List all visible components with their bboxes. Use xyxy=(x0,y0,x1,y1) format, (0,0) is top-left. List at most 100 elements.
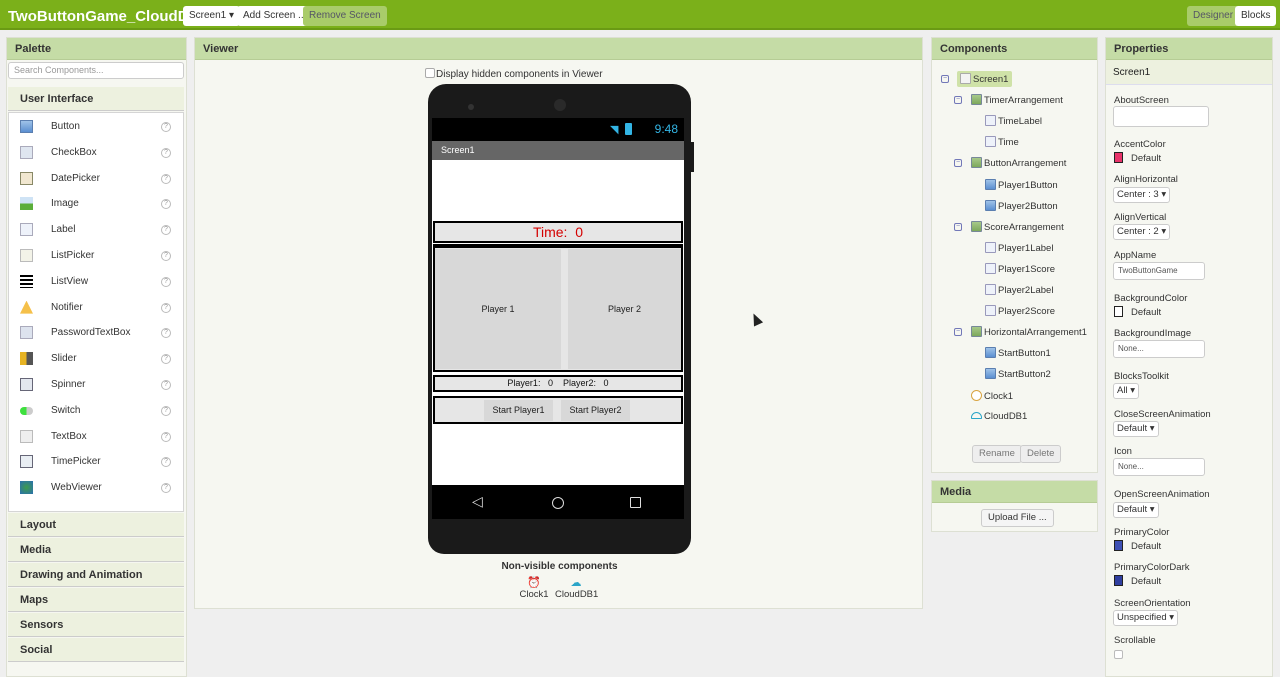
nonvisible-title: Non-visible components xyxy=(501,561,618,572)
tree-item-clock1[interactable]: Clock1 xyxy=(971,388,1013,404)
help-icon[interactable]: ? xyxy=(161,225,171,236)
category-layout[interactable]: Layout xyxy=(8,513,184,537)
remove-screen-button[interactable]: Remove Screen xyxy=(303,6,387,26)
rename-button[interactable]: Rename xyxy=(972,445,1022,463)
tree-item-time[interactable]: Time xyxy=(985,134,1019,150)
help-icon[interactable]: ? xyxy=(161,457,171,468)
category-sensors[interactable]: Sensors xyxy=(8,613,184,637)
help-icon[interactable]: ? xyxy=(161,147,171,158)
search-components-input[interactable]: Search Components... xyxy=(8,62,184,79)
palette-item-textbox[interactable]: TextBox ? xyxy=(9,425,183,451)
tree-item-startbutton1[interactable]: StartButton1 xyxy=(985,345,1051,361)
closeanimation-select[interactable]: Default ▾ xyxy=(1113,421,1159,437)
screen-select-dropdown[interactable]: Screen1 ▾ xyxy=(183,6,241,26)
tree-item-timerarrangement[interactable]: TimerArrangement xyxy=(971,92,1063,108)
palette-item-notifier[interactable]: Notifier ? xyxy=(9,296,183,322)
palette-item-spinner[interactable]: Spinner ? xyxy=(9,373,183,399)
palette-item-webviewer[interactable]: WebViewer ? xyxy=(9,476,183,502)
tree-item-horizontalarrangement1[interactable]: HorizontalArrangement1 xyxy=(971,324,1087,340)
palette-item-button[interactable]: Button ? xyxy=(9,115,183,141)
tree-item-timelabel[interactable]: TimeLabel xyxy=(985,113,1042,129)
nonvisible-clock[interactable]: ⏰ Clock1 xyxy=(519,577,549,600)
checkbox[interactable] xyxy=(425,68,435,78)
tree-item-startbutton2[interactable]: StartButton2 xyxy=(985,366,1051,382)
icon-input[interactable]: None... xyxy=(1113,458,1205,476)
start-player2-button[interactable]: Start Player2 xyxy=(561,400,630,421)
help-icon[interactable]: ? xyxy=(161,483,171,494)
palette-item-datepicker[interactable]: DatePicker ? xyxy=(9,167,183,193)
primarycolor-value[interactable]: Default xyxy=(1131,541,1161,552)
aboutscreen-textarea[interactable] xyxy=(1113,106,1209,127)
help-icon[interactable]: ? xyxy=(161,354,171,365)
timer-arrangement[interactable]: Time: 0 xyxy=(433,221,683,243)
help-icon[interactable]: ? xyxy=(161,251,171,261)
help-icon[interactable]: ? xyxy=(161,302,171,313)
help-icon[interactable]: ? xyxy=(161,276,171,287)
scrollable-checkbox[interactable] xyxy=(1114,650,1123,659)
delete-button[interactable]: Delete xyxy=(1020,445,1062,463)
palette-item-slider[interactable]: Slider ? xyxy=(9,347,183,373)
player1-button[interactable]: Player 1 xyxy=(435,249,561,369)
help-icon[interactable]: ? xyxy=(161,405,171,416)
palette-item-label: CheckBox xyxy=(51,146,97,158)
tree-item-player1button[interactable]: Player1Button xyxy=(985,177,1058,193)
alignhorizontal-select[interactable]: Center : 3 ▾ xyxy=(1113,187,1171,203)
alignvertical-select[interactable]: Center : 2 ▾ xyxy=(1113,224,1171,240)
nonvisible-clouddb[interactable]: ☁ CloudDB1 xyxy=(555,577,598,600)
tree-item-screen1[interactable]: Screen1 xyxy=(957,71,1013,87)
upload-file-button[interactable]: Upload File ... xyxy=(981,509,1054,527)
category-media[interactable]: Media xyxy=(8,538,184,562)
add-screen-button[interactable]: Add Screen ... xyxy=(237,6,313,26)
tree-item-player1score[interactable]: Player1Score xyxy=(985,261,1055,277)
help-icon[interactable]: ? xyxy=(161,431,171,442)
tree-item-clouddb1[interactable]: CloudDB1 xyxy=(971,409,1027,424)
tree-item-buttonarrangement[interactable]: ButtonArrangement xyxy=(971,155,1066,171)
blockstoolkit-select[interactable]: All ▾ xyxy=(1113,383,1139,399)
tree-item-player2label[interactable]: Player2Label xyxy=(985,282,1053,298)
palette-item-passwordtextbox[interactable]: PasswordTextBox ? xyxy=(9,321,183,347)
primarycolordark-swatch[interactable] xyxy=(1114,575,1123,586)
category-social[interactable]: Social xyxy=(8,638,184,662)
category-drawing-and-animation[interactable]: Drawing and Animation xyxy=(8,563,184,587)
category-user-interface[interactable]: User Interface xyxy=(8,87,184,111)
blocks-button[interactable]: Blocks xyxy=(1235,6,1277,26)
primarycolor-swatch[interactable] xyxy=(1114,540,1123,551)
help-icon[interactable]: ? xyxy=(161,173,171,184)
palette-item-image[interactable]: Image ? xyxy=(9,192,183,218)
palette-item-listview[interactable]: ListView ? xyxy=(9,270,183,296)
time-label: Time: xyxy=(532,224,568,240)
collapse-toggle[interactable]: − xyxy=(954,159,962,168)
start-player1-button[interactable]: Start Player1 xyxy=(484,400,553,421)
palette-item-switch[interactable]: Switch ? xyxy=(9,399,183,425)
appname-input[interactable]: TwoButtonGame xyxy=(1113,262,1205,280)
screenorientation-select[interactable]: Unspecified ▾ xyxy=(1113,610,1179,626)
tree-item-player2score[interactable]: Player2Score xyxy=(985,303,1055,319)
designer-button[interactable]: Designer xyxy=(1187,6,1240,26)
help-icon[interactable]: ? xyxy=(161,199,171,210)
tree-item-player2button[interactable]: Player2Button xyxy=(985,198,1058,214)
palette-item-checkbox[interactable]: CheckBox ? xyxy=(9,141,183,167)
palette-item-listpicker[interactable]: ListPicker ? xyxy=(9,244,183,270)
display-hidden-checkbox[interactable]: Display hidden components in Viewer xyxy=(425,68,603,80)
backgroundcolor-swatch[interactable] xyxy=(1114,306,1123,317)
help-icon[interactable]: ? xyxy=(161,380,171,390)
backgroundimage-input[interactable]: None... xyxy=(1113,340,1205,358)
primarycolordark-value[interactable]: Default xyxy=(1131,576,1161,587)
accentcolor-swatch[interactable] xyxy=(1114,152,1123,163)
collapse-toggle[interactable]: − xyxy=(954,222,962,231)
category-maps[interactable]: Maps xyxy=(8,588,184,612)
collapse-toggle[interactable]: − xyxy=(941,75,949,83)
backgroundcolor-value[interactable]: Default xyxy=(1131,307,1161,318)
tree-item-player1label[interactable]: Player1Label xyxy=(985,240,1053,256)
openanimation-select[interactable]: Default ▾ xyxy=(1113,502,1159,518)
help-icon[interactable]: ? xyxy=(161,122,171,132)
palette-item-label[interactable]: Label ? xyxy=(9,218,183,244)
collapse-toggle[interactable]: − xyxy=(954,328,962,337)
palette-item-label: DatePicker xyxy=(51,172,100,184)
accentcolor-value[interactable]: Default xyxy=(1131,153,1161,164)
player2-button[interactable]: Player 2 xyxy=(568,249,681,369)
collapse-toggle[interactable]: − xyxy=(954,96,962,105)
tree-item-scorearrangement[interactable]: ScoreArrangement xyxy=(971,219,1064,235)
help-icon[interactable]: ? xyxy=(161,328,171,339)
palette-item-timepicker[interactable]: TimePicker ? xyxy=(9,450,183,476)
